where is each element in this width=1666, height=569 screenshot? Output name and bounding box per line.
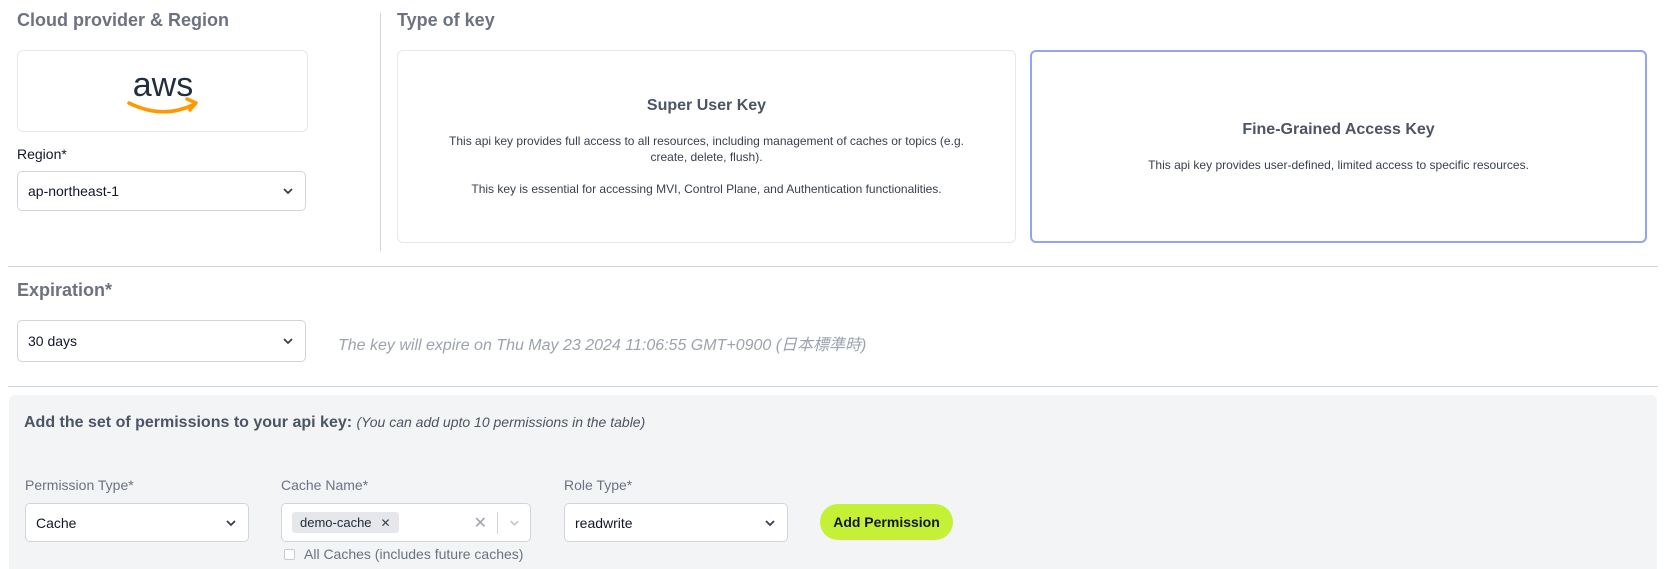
all-caches-label: All Caches (includes future caches) [304,546,524,562]
chevron-down-icon [283,188,293,195]
all-caches-checkbox[interactable] [284,548,295,560]
remove-tag-icon[interactable]: ✕ [381,516,391,530]
all-caches-option[interactable]: All Caches (includes future caches) [284,546,523,562]
permission-type-value: Cache [36,514,77,531]
add-permission-button[interactable]: Add Permission [820,504,953,540]
clear-icon[interactable]: ✕ [464,513,497,533]
permissions-heading-text: Add the set of permissions to your api k… [24,414,353,431]
cache-tag-label: demo-cache [300,515,372,530]
role-type-select[interactable]: readwrite [564,503,788,542]
provider-section-title: Cloud provider & Region [17,10,230,30]
expiration-note: The key will expire on Thu May 23 2024 1… [338,337,867,354]
region-value: ap-northeast-1 [28,183,120,199]
fine-grained-key-title: Fine-Grained Access Key [1242,120,1435,138]
region-select[interactable]: ap-northeast-1 [17,171,306,211]
section-divider [8,266,1658,267]
cache-name-label: Cache Name* [281,477,369,493]
super-user-key-desc-3: This key is essential for accessing MVI,… [471,181,942,196]
cache-tag: demo-cache ✕ [292,512,399,533]
aws-logo-text: aws [132,66,192,104]
key-type-section-title: Type of key [397,10,495,30]
super-user-key-card[interactable]: Super User Key This api key provides ful… [397,50,1016,243]
aws-logo-icon: aws [126,66,198,114]
role-type-label: Role Type* [564,477,633,493]
column-divider [380,13,381,251]
fine-grained-key-card[interactable]: Fine-Grained Access Key This api key pro… [1030,50,1647,243]
permissions-subheading: (You can add upto 10 permissions in the … [356,414,646,430]
super-user-key-title: Super User Key [646,96,767,114]
region-label: Region* [17,146,67,162]
chevron-down-icon [226,519,236,526]
super-user-key-desc-1: This api key provides full access to all… [449,133,964,148]
cache-name-multiselect[interactable]: demo-cache ✕ ✕ [281,503,531,542]
fine-grained-key-desc: This api key provides user-defined, limi… [1148,157,1529,172]
chevron-down-icon [283,338,293,345]
section-divider [8,386,1658,387]
chevron-down-icon[interactable] [498,516,520,530]
permission-type-label: Permission Type* [25,477,134,493]
aws-provider-card[interactable]: aws [17,50,308,132]
expiration-value: 30 days [28,333,78,349]
role-type-value: readwrite [575,514,633,531]
chevron-down-icon [765,519,775,526]
permissions-heading: Add the set of permissions to your api k… [24,414,645,432]
permission-type-select[interactable]: Cache [25,503,249,542]
super-user-key-desc-2: create, delete, flush). [650,149,763,164]
expiration-select[interactable]: 30 days [17,320,306,362]
expiration-section-title: Expiration* [17,280,113,300]
